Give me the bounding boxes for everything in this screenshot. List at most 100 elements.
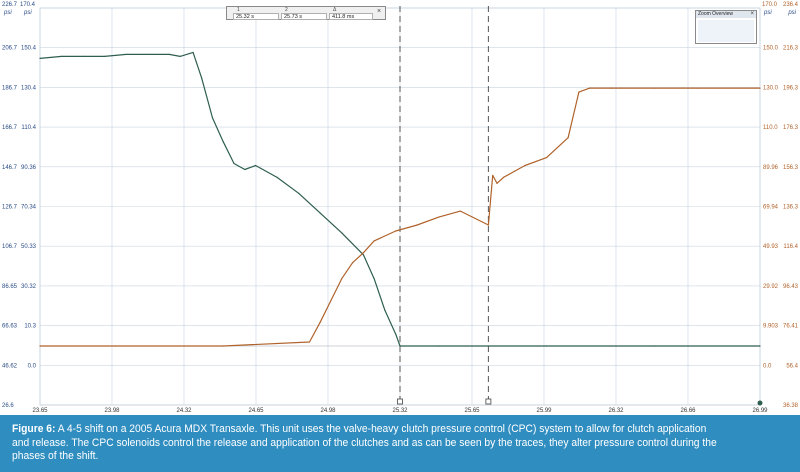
left-outer-tick-label: 166.7 (2, 125, 18, 131)
series-2-point (222, 345, 224, 347)
series-2-point (578, 91, 580, 93)
right-outer-tick-label: 216.3 (783, 46, 799, 52)
series-1-point (438, 345, 440, 347)
series-2-point (319, 321, 321, 323)
series-2-point (373, 240, 375, 242)
series-2-point (341, 277, 343, 280)
x-tick-label: 26.99 (752, 408, 768, 414)
left-outer-unit: psi (3, 10, 12, 16)
right-outer-tick-label: 156.3 (783, 165, 799, 171)
x-tick-label: 25.65 (464, 408, 480, 414)
series-2-point (438, 216, 440, 218)
series-1-point (211, 117, 214, 119)
left-outer-tick-label: 126.7 (2, 205, 18, 211)
series-2-point (351, 262, 354, 264)
left-outer-tick-label: 186.7 (2, 85, 18, 91)
left-outer-tick-label: 86.65 (2, 284, 18, 290)
left-inner-unit: psi (23, 10, 32, 16)
series-2-point (496, 182, 498, 184)
series-2-point (308, 341, 311, 343)
series-1-point (222, 141, 224, 143)
cursor-handle-1 (397, 398, 403, 405)
zoom-overview-title: Zoom Overview (696, 11, 756, 18)
right-inner-tick-label: 49.93 (763, 244, 779, 250)
series-1-point (39, 57, 41, 59)
right-inner-unit: psi (763, 10, 772, 16)
series-1-point (82, 55, 84, 57)
left-inner-top-label: 170.4 (20, 2, 36, 8)
right-outer-tick-label: 96.43 (783, 284, 799, 290)
left-inner-tick-label: 10.3 (24, 324, 36, 330)
series-1-point (298, 192, 300, 194)
zoom-overview-panel[interactable]: Zoom Overview × (695, 10, 757, 44)
series-1-point (319, 212, 321, 214)
series-1-point (201, 77, 203, 79)
series-2-point (653, 87, 655, 89)
left-outer-tick-label: 146.7 (2, 165, 18, 171)
caption-lead: Figure 6: (12, 423, 56, 435)
zoom-overview-body[interactable] (698, 20, 754, 42)
right-outer-tick-label: 176.3 (783, 125, 799, 131)
series-1-point (341, 232, 343, 234)
ruler-panel[interactable]: 1 2 Δ 25.32 s 25.73 s 411.8 ms × (226, 6, 386, 20)
x-tick-label: 24.32 (176, 408, 192, 414)
series-2-point (696, 87, 699, 89)
series-2-point (502, 176, 505, 178)
ruler-close-icon[interactable]: × (375, 8, 383, 16)
x-tick-label: 24.98 (320, 408, 336, 414)
series-2-point (492, 174, 494, 177)
x-tick-label: 23.65 (32, 408, 48, 414)
figure-caption: Figure 6: A 4-5 shift on a 2005 Acura MD… (0, 415, 800, 472)
series-1-point (60, 55, 63, 57)
series-2-point (395, 230, 397, 232)
left-outer-tick-label: 26.6 (2, 403, 14, 409)
left-inner-tick-label: 30.32 (21, 284, 37, 290)
left-inner-tick-label: 110.4 (21, 125, 36, 131)
ruler-cursor2-value: 25.73 s (281, 13, 327, 20)
right-outer-unit: psi (787, 10, 796, 16)
series-2-point (567, 137, 569, 139)
right-outer-top-label: 236.4 (783, 2, 799, 8)
series-1-point (233, 162, 235, 165)
right-outer-tick-label: 136.3 (783, 205, 799, 211)
x-tick-label: 24.65 (248, 408, 264, 414)
x-tick-label: 26.66 (680, 408, 696, 414)
pressure-chart: 23.65 23.98 24.32 24.65 24.98 25.32 25.65 25.99… (0, 0, 800, 415)
series-1-point (487, 345, 489, 347)
series-2-point (759, 87, 761, 89)
series-2-point (589, 87, 591, 89)
series-1-point (168, 53, 170, 56)
series-2-point (330, 299, 332, 301)
series-1-point (179, 55, 181, 57)
left-outer-tick-label: 66.63 (2, 324, 18, 330)
left-inner-tick-label: 90.36 (21, 165, 37, 171)
cursor-handle-2 (485, 398, 492, 405)
right-inner-tick-label: 29.92 (763, 284, 779, 290)
ruler-cursor1-value: 25.32 s (233, 13, 279, 20)
series-1-point (384, 309, 386, 311)
right-outer-tick-label: 56.4 (786, 363, 798, 369)
right-inner-tick-label: 89.96 (763, 165, 779, 171)
series-2-point (39, 345, 41, 347)
right-inner-tick-label: 110.0 (763, 125, 778, 131)
left-outer-tick-label: 206.7 (2, 46, 18, 52)
left-inner-tick-label: 130.4 (21, 85, 37, 91)
right-inner-tick-label: 150.0 (763, 46, 779, 52)
series-1-point (373, 277, 375, 280)
left-inner-tick-label: 70.34 (21, 205, 37, 211)
right-inner-tick-label: 9.903 (763, 324, 779, 330)
end-marker (757, 400, 763, 406)
left-outer-top-label: 226.7 (2, 2, 18, 8)
zoom-overview-close-icon[interactable]: × (750, 11, 754, 18)
left-inner-tick-label: 50.33 (21, 244, 37, 250)
caption-text: Figure 6: A 4-5 shift on a 2005 Acura MD… (12, 423, 726, 464)
series-2-point (459, 210, 461, 212)
caption-body: A 4-5 shift on a 2005 Acura MDX Transaxl… (12, 423, 717, 463)
series-2-point (416, 224, 418, 226)
series-2-point (487, 224, 489, 226)
series-1-point (395, 333, 397, 335)
left-inner-tick-label: 0.0 (28, 363, 37, 369)
series-1-point (254, 164, 257, 167)
series-2-point (524, 164, 526, 167)
series-2-point (362, 252, 364, 254)
